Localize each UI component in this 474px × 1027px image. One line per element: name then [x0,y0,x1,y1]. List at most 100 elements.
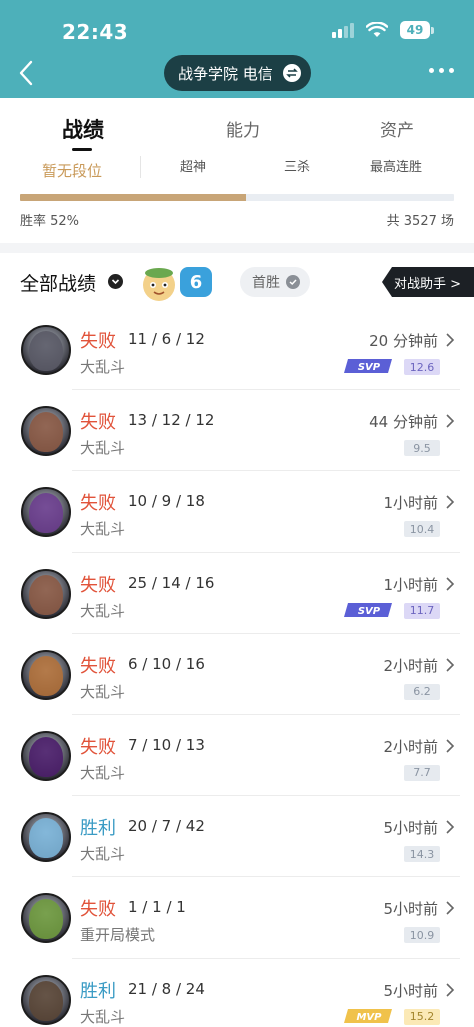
match-score: 10.9 [404,927,440,944]
svg-text:MVP: MVP [356,1012,382,1023]
tab-assets[interactable]: 资产 [380,116,414,141]
top-header: 22:43 49 战争学院 电信 [0,0,474,98]
server-name: 战争学院 电信 [178,64,273,83]
match-time: 20 分钟前 [369,332,438,350]
match-row[interactable]: 失败 11 / 6 / 12 大乱斗 20 分钟前 SVP 12.6 [0,309,474,391]
match-kda: 1 / 1 / 1 [128,898,186,917]
stat-legendary: 超神 [180,160,207,175]
match-result: 失败 [80,899,116,921]
match-row[interactable]: 胜利 20 / 7 / 42 大乱斗 5小时前 14.3 [0,796,474,878]
match-score: 7.7 [404,764,440,781]
section-divider [0,243,474,253]
first-win-badge[interactable]: 首胜 [240,267,310,297]
match-result: 失败 [80,331,116,352]
champion-avatar [21,568,71,619]
champion-avatar [21,406,71,457]
records-header: 全部战绩 6 首胜 对战助手 > [0,253,474,309]
battery-icon: 49 [400,21,434,39]
champion-avatar [21,649,71,700]
match-score: 6.2 [404,683,440,700]
wifi-icon [366,22,388,37]
match-result: 胜利 [80,980,116,1002]
battery-level: 49 [400,21,430,39]
tab-ability[interactable]: 能力 [226,116,260,141]
win-rate-bar [20,194,454,201]
match-kda: 10 / 9 / 18 [128,492,205,511]
champion-avatar [21,974,71,1025]
match-result: 失败 [80,655,116,677]
match-result: 失败 [80,412,116,434]
match-row[interactable]: 失败 6 / 10 / 16 大乱斗 2小时前 6.2 [0,634,474,715]
win-streak-badge: 6 [178,265,214,299]
match-score: 14.3 [404,846,440,863]
champion-avatar [21,487,71,538]
mvp-tag-icon: MVP [344,1008,392,1023]
check-icon [286,275,300,289]
match-score: 11.7 [404,602,440,619]
match-score: 15.2 [404,1008,440,1025]
server-switch-button[interactable]: 战争学院 电信 [164,55,311,91]
match-time: 44 分钟前 [369,413,438,432]
match-mode: 大乱斗 [80,358,126,376]
rank-summary: 暂无段位 超神 三杀 最高连胜 [0,152,474,182]
match-kda: 11 / 6 / 12 [128,330,205,348]
cellular-signal-icon [332,22,354,38]
match-score: 10.4 [404,521,440,538]
chevron-right-icon [446,820,455,834]
match-row[interactable]: 失败 1 / 1 / 1 重开局模式 5小时前 10.9 [0,877,474,959]
chevron-right-icon [446,333,455,347]
chevron-right-icon [446,658,455,672]
match-mode: 大乱斗 [80,1007,126,1026]
match-row[interactable]: 失败 25 / 14 / 16 大乱斗 1小时前 SVP 11.7 [0,553,474,634]
tab-indicator [72,148,92,151]
tab-record[interactable]: 战绩 [62,114,104,144]
match-mode: 大乱斗 [80,682,126,701]
champion-avatar [21,325,71,375]
match-kda: 6 / 10 / 16 [128,654,205,673]
match-time: 2小时前 [383,656,438,675]
match-mode: 大乱斗 [80,763,126,782]
chevron-right-icon [446,901,455,915]
match-kda: 25 / 14 / 16 [128,573,215,592]
champion-avatar [21,812,71,863]
match-row[interactable]: 失败 7 / 10 / 13 大乱斗 2小时前 7.7 [0,715,474,797]
match-kda: 13 / 12 / 12 [128,411,215,430]
status-time: 22:43 [62,20,129,44]
chevron-right-icon [446,576,455,591]
match-mode: 大乱斗 [80,439,126,458]
match-row[interactable]: 胜利 21 / 8 / 24 大乱斗 5小时前 MVP 15.2 [0,959,474,1027]
records-filter[interactable]: 全部战绩 [20,269,96,296]
match-time: 5小时前 [383,900,438,919]
match-mode: 大乱斗 [80,601,126,620]
chevron-right-icon [446,495,455,509]
champion-avatar [21,893,71,944]
more-icon[interactable] [429,68,454,73]
win-rate-fill [20,194,246,201]
match-score: 12.6 [404,359,440,375]
stat-best-streak: 最高连胜 [370,160,423,175]
status-icons: 49 [332,21,434,39]
switch-icon [282,64,301,82]
chevron-right-icon [446,414,455,428]
match-time: 5小时前 [383,981,438,1000]
chevron-right-icon [446,739,455,753]
match-mode: 重开局模式 [80,926,156,945]
svg-text:SVP: SVP [358,606,381,617]
chevron-down-icon[interactable] [108,274,123,289]
match-kda: 21 / 8 / 24 [128,979,205,998]
match-result: 失败 [80,574,116,596]
match-kda: 7 / 10 / 13 [128,735,205,754]
match-time: 1小时前 [383,575,438,594]
match-row[interactable]: 失败 13 / 12 / 12 大乱斗 44 分钟前 9.5 [0,390,474,472]
champion-avatar [21,730,71,781]
match-result: 失败 [80,736,116,758]
svp-tag-icon: SVP [344,602,392,617]
match-time: 2小时前 [383,737,438,756]
match-mode: 大乱斗 [80,520,126,539]
svp-tag-icon: SVP [344,359,392,373]
back-icon[interactable] [14,58,42,88]
chevron-right-icon [446,982,455,997]
battle-assistant-button[interactable]: 对战助手 > [382,267,474,297]
match-row[interactable]: 失败 10 / 9 / 18 大乱斗 1小时前 10.4 [0,471,474,553]
match-result: 失败 [80,493,116,515]
